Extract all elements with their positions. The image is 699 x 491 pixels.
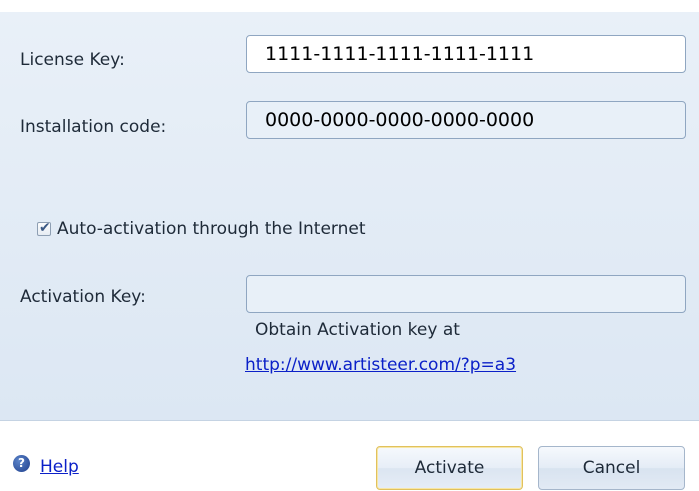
obtain-activation-link[interactable]: http://www.artisteer.com/?p=a3 bbox=[245, 355, 516, 375]
help-icon[interactable]: ? bbox=[13, 455, 30, 472]
checkmark-icon: ✔ bbox=[39, 220, 51, 236]
activation-key-label: Activation Key: bbox=[20, 287, 146, 307]
auto-activation-label: Auto-activation through the Internet bbox=[57, 219, 366, 239]
license-key-input[interactable] bbox=[246, 35, 686, 73]
auto-activation-option[interactable]: ✔ Auto-activation through the Internet bbox=[37, 219, 366, 239]
installation-code-field[interactable] bbox=[246, 101, 686, 139]
help-link[interactable]: Help bbox=[40, 457, 79, 477]
auto-activation-checkbox[interactable]: ✔ bbox=[37, 220, 51, 236]
installation-code-label: Installation code: bbox=[20, 117, 167, 137]
activation-dialog: License Key: Installation code: ✔ Auto-a… bbox=[0, 0, 699, 491]
dialog-footer: ? Help Activate Cancel bbox=[0, 421, 699, 491]
cancel-button[interactable]: Cancel bbox=[538, 446, 685, 490]
activation-key-input[interactable] bbox=[246, 275, 686, 313]
license-key-label: License Key: bbox=[20, 50, 125, 70]
activation-form-panel: License Key: Installation code: ✔ Auto-a… bbox=[0, 12, 699, 420]
activate-button[interactable]: Activate bbox=[376, 446, 523, 490]
obtain-activation-text: Obtain Activation key at bbox=[255, 320, 460, 340]
